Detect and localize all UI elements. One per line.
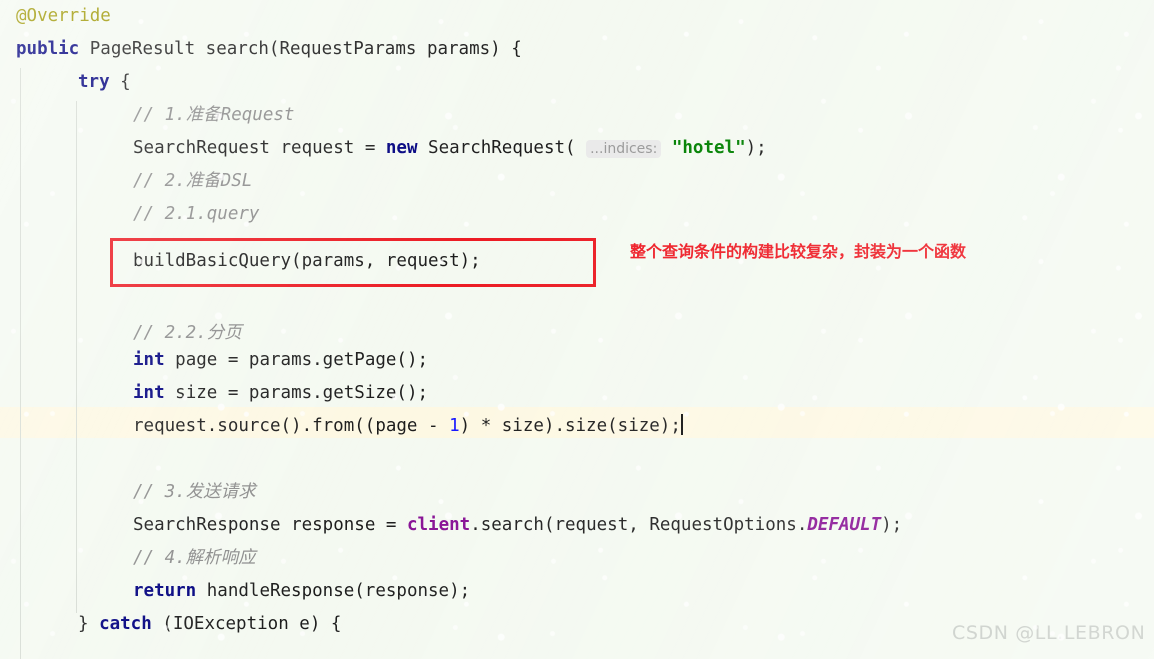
punct: ); [881, 515, 903, 535]
comment-send-request: // 3.发送请求 [133, 482, 256, 502]
code-line-12[interactable]: int size = params.getSize(); [0, 377, 428, 410]
var-page: page [175, 350, 218, 370]
expr-tail: ) * size).size(size); [459, 416, 681, 436]
code-line-19[interactable]: } catch (IOException e) { [0, 608, 341, 641]
punct: = params.getPage(); [217, 350, 429, 370]
sp [281, 515, 292, 535]
keyword-int-page: int [133, 350, 165, 370]
red-highlight-box [110, 238, 596, 287]
csdn-watermark: CSDN @LL.LEBRON [952, 622, 1146, 644]
keyword-int-size: int [133, 383, 165, 403]
comment-prepare-dsl: // 2.准备DSL [133, 171, 253, 191]
punct: ); [745, 138, 767, 158]
expr-request-source-from: request.source().from((page - [133, 416, 450, 436]
text-caret [680, 414, 683, 435]
code-line-4[interactable]: // 1.准备Request [0, 99, 294, 132]
number-one: 1 [449, 416, 460, 436]
code-line-11[interactable]: int page = params.getPage(); [0, 344, 428, 377]
keyword-return: return [133, 581, 197, 601]
punct: } [78, 614, 100, 634]
type-search-request: SearchRequest [133, 138, 270, 158]
punct: ( [151, 614, 173, 634]
code-line-7[interactable]: // 2.1.query [0, 198, 259, 231]
sp [661, 138, 672, 158]
method-name-search: search [205, 39, 269, 59]
keyword-new: new [385, 138, 418, 158]
keyword-public: public [16, 39, 80, 59]
type-search-response: SearchResponse [133, 515, 281, 535]
punct: ( [268, 39, 280, 59]
type-page-result: PageResult [89, 39, 196, 59]
punct: ) { [309, 614, 342, 634]
sp [418, 138, 429, 158]
sp [165, 383, 176, 403]
keyword-try: try [78, 72, 110, 92]
var-response: response [291, 515, 376, 535]
comment-parse-response: // 4.解析响应 [133, 548, 256, 568]
type-io-exception: IOException [172, 614, 289, 634]
sp [79, 39, 90, 59]
code-line-16[interactable]: SearchResponse response = client.search(… [0, 509, 902, 542]
punct: = [354, 138, 386, 158]
code-line-13[interactable]: request.source().from((page - 1) * size)… [0, 410, 683, 443]
red-annotation-text: 整个查询条件的构建比较复杂，封装为一个函数 [630, 242, 967, 261]
code-line-17[interactable]: // 4.解析响应 [0, 542, 256, 575]
comment-query: // 2.1.query [133, 204, 260, 224]
punct: = [375, 515, 407, 535]
field-client: client [406, 515, 471, 535]
comment-pagination: // 2.2.分页 [133, 323, 242, 343]
code-line-6[interactable]: // 2.准备DSL [0, 165, 252, 198]
param-hint-indices: ...indices: [586, 140, 662, 158]
sp [416, 39, 427, 59]
type-request-options: RequestOptions [649, 515, 797, 535]
sp [196, 581, 207, 601]
comment-prepare-request: // 1.准备Request [133, 105, 295, 125]
ctor-search-request: SearchRequest [428, 138, 566, 158]
annotation-override: @Override [16, 6, 111, 26]
string-hotel: "hotel" [671, 138, 746, 158]
code-line-1[interactable]: @Override [0, 0, 111, 33]
sp [165, 350, 176, 370]
punct: .search(request, [470, 515, 650, 535]
code-area[interactable]: @Override public PageResult search(Reque… [0, 0, 1154, 659]
code-line-2[interactable]: public PageResult search(RequestParams p… [0, 33, 522, 66]
type-request-params: RequestParams [279, 39, 417, 59]
code-line-5[interactable]: SearchRequest request = new SearchReques… [0, 132, 767, 165]
sp [289, 614, 300, 634]
code-line-18[interactable]: return handleResponse(response); [0, 575, 470, 608]
punct: . [796, 515, 808, 535]
code-line-3[interactable]: try { [0, 66, 131, 99]
var-size: size [175, 383, 218, 403]
keyword-catch: catch [99, 614, 152, 634]
var-e: e [299, 614, 310, 634]
punct: { [109, 72, 131, 92]
var-request: request [280, 138, 355, 158]
code-line-15[interactable]: // 3.发送请求 [0, 476, 256, 509]
punct: ) { [490, 39, 522, 59]
code-editor-screenshot: @Override public PageResult search(Reque… [0, 0, 1154, 659]
call-handle-response: handleResponse(response); [206, 581, 471, 601]
punct: = params.getSize(); [217, 383, 429, 403]
static-field-default: DEFAULT [807, 515, 882, 535]
param-params: params [426, 39, 491, 59]
sp [195, 39, 206, 59]
punct: ( [565, 138, 587, 158]
sp [270, 138, 281, 158]
